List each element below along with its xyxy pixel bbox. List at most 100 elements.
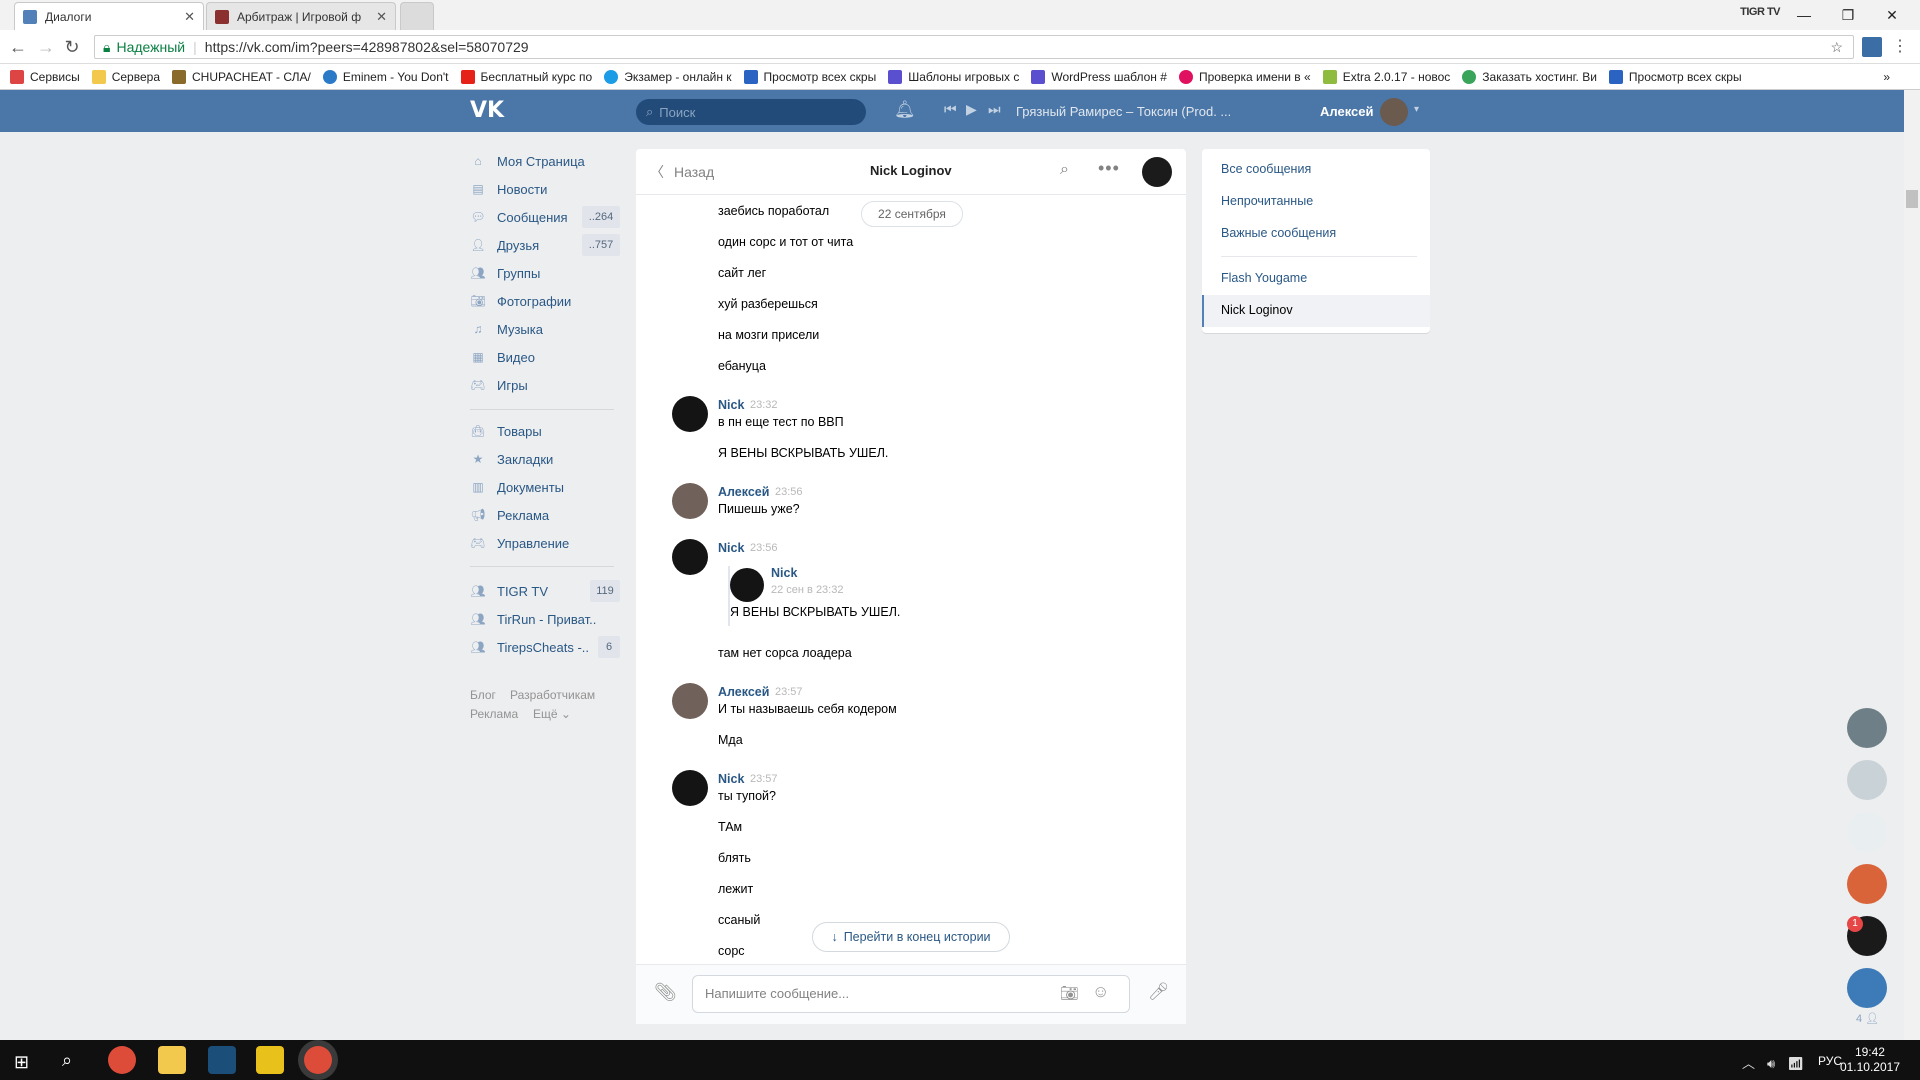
close-tab-icon[interactable]: ✕ bbox=[376, 9, 387, 25]
windows-start-icon[interactable]: ⊞ bbox=[14, 1052, 29, 1073]
bookmark-item[interactable]: Просмотр всех скры bbox=[743, 69, 876, 84]
message-author[interactable]: Nick bbox=[718, 772, 744, 786]
sidebar-item-friends[interactable]: 👤︎ Друзья bbox=[470, 234, 539, 256]
sidebar-item-manage[interactable]: 🎮︎ Управление bbox=[470, 532, 569, 554]
avatar[interactable] bbox=[672, 483, 708, 519]
avatar[interactable] bbox=[672, 770, 708, 806]
footer-link-more[interactable]: Ещё ⌄ bbox=[533, 707, 571, 721]
avatar[interactable] bbox=[672, 396, 708, 432]
filter-unread[interactable]: Непрочитанные bbox=[1221, 194, 1313, 208]
camera-icon[interactable]: 📷︎ bbox=[1060, 984, 1079, 1002]
attach-icon[interactable]: 📎︎ bbox=[654, 982, 677, 1003]
tab-dialogs[interactable]: Диалоги ✕ bbox=[14, 2, 204, 30]
search-input[interactable]: ⌕ Поиск bbox=[636, 99, 866, 125]
avatar[interactable] bbox=[1847, 812, 1887, 852]
chrome-icon[interactable] bbox=[108, 1046, 136, 1074]
extension-icon[interactable] bbox=[1862, 37, 1882, 57]
avatar[interactable] bbox=[672, 539, 708, 575]
folder-icon[interactable] bbox=[158, 1046, 186, 1074]
sidebar-group-tirrun[interactable]: 👥︎ TirRun - Приват.. bbox=[470, 608, 596, 630]
chevron-down-icon[interactable]: ▾ bbox=[1414, 104, 1419, 115]
avatar[interactable] bbox=[672, 683, 708, 719]
avatar[interactable] bbox=[730, 568, 764, 602]
steam-icon[interactable] bbox=[208, 1046, 236, 1074]
browser-menu-icon[interactable]: ⋮ bbox=[1892, 36, 1908, 56]
next-track-icon[interactable]: ⏭︎ bbox=[988, 101, 1001, 118]
close-window-button[interactable]: ✕ bbox=[1870, 2, 1914, 28]
bookmark-item[interactable]: Сервера bbox=[91, 69, 160, 84]
search-icon[interactable]: ⌕ bbox=[62, 1050, 72, 1071]
footer-link-developers[interactable]: Разработчикам bbox=[510, 688, 595, 702]
new-tab-button[interactable] bbox=[400, 2, 434, 30]
bookmarks-more-icon[interactable]: » bbox=[1883, 70, 1890, 84]
avatar[interactable] bbox=[1847, 864, 1887, 904]
sidebar-item-ads[interactable]: 📢︎ Реклама bbox=[470, 504, 549, 526]
bookmark-item[interactable]: Eminem - You Don't bbox=[322, 69, 449, 84]
back-button[interactable]: 〈 Назад bbox=[650, 162, 714, 182]
maximize-button[interactable]: ❐ bbox=[1826, 2, 1870, 28]
bookmark-item[interactable]: Сервисы bbox=[10, 69, 80, 84]
app-icon[interactable] bbox=[256, 1046, 284, 1074]
sidebar-item-news[interactable]: ▤ Новости bbox=[470, 178, 547, 200]
online-count[interactable]: 4 👤︎ bbox=[1856, 1012, 1879, 1025]
player-track-title[interactable]: Грязный Рамирес – Токсин (Prod. ... bbox=[1016, 104, 1230, 119]
footer-link-ads[interactable]: Реклама bbox=[470, 707, 518, 721]
python-avatar-icon[interactable] bbox=[1847, 968, 1887, 1008]
sidebar-group-tirepscheats[interactable]: 👥︎ TirepsCheats -.. bbox=[470, 636, 589, 658]
sidebar-item-documents[interactable]: ▥ Документы bbox=[470, 476, 564, 498]
message-author[interactable]: Алексей bbox=[718, 485, 769, 499]
sidebar-item-music[interactable]: ♫ Музыка bbox=[470, 318, 543, 340]
dialog-title[interactable]: Nick Loginov bbox=[870, 163, 952, 178]
bookmark-item[interactable]: Проверка имени в « bbox=[1178, 69, 1311, 84]
sidebar-item-games[interactable]: 🎮︎ Игры bbox=[470, 374, 527, 396]
play-icon[interactable]: ▶ bbox=[966, 101, 977, 118]
more-icon[interactable]: ••• bbox=[1098, 158, 1120, 179]
tab-arbitrage[interactable]: Арбитраж | Игровой ф ✕ bbox=[206, 2, 396, 30]
minimize-button[interactable]: — bbox=[1782, 2, 1826, 28]
forward-nav-icon[interactable]: → bbox=[36, 37, 56, 57]
sidebar-item-photos[interactable]: 📷︎ Фотографии bbox=[470, 290, 571, 312]
avatar[interactable] bbox=[1142, 157, 1172, 187]
avatar[interactable] bbox=[1380, 98, 1408, 126]
bookmark-item[interactable]: Заказать хостинг. Ви bbox=[1462, 69, 1597, 84]
language-indicator[interactable]: РУС bbox=[1818, 1054, 1842, 1068]
avatar[interactable] bbox=[1847, 708, 1887, 748]
bookmark-item[interactable]: Extra 2.0.17 - новос bbox=[1322, 69, 1450, 84]
header-user-name[interactable]: Алексей bbox=[1320, 104, 1374, 119]
avatar[interactable] bbox=[1847, 760, 1887, 800]
bookmark-item[interactable]: CHUPACHEAT - СЛА/ bbox=[172, 69, 311, 84]
sidebar-item-goods[interactable]: 👜︎ Товары bbox=[470, 420, 541, 442]
message-author[interactable]: Nick bbox=[718, 398, 744, 412]
sidebar-item-groups[interactable]: 👥︎ Группы bbox=[470, 262, 540, 284]
footer-link-blog[interactable]: Блог bbox=[470, 688, 496, 702]
sidebar-group-tigr-tv[interactable]: 👥︎ TIGR TV bbox=[470, 580, 548, 602]
bookmark-item[interactable]: Просмотр всех скры bbox=[1608, 69, 1742, 84]
sidebar-item-bookmarks[interactable]: ★ Закладки bbox=[470, 448, 554, 470]
sidebar-item-my-page[interactable]: ⌂ Моя Страница bbox=[470, 150, 584, 172]
bookmark-item[interactable]: Бесплатный курс по bbox=[460, 69, 592, 84]
goto-end-button[interactable]: ↓ Перейти в конец истории bbox=[812, 922, 1010, 952]
chrome-active-icon[interactable] bbox=[304, 1046, 332, 1074]
filter-all-messages[interactable]: Все сообщения bbox=[1221, 162, 1311, 176]
bookmark-star-icon[interactable]: ☆ bbox=[1830, 39, 1843, 56]
filter-dialog-flash-yougame[interactable]: Flash Yougame bbox=[1221, 271, 1307, 285]
close-tab-icon[interactable]: ✕ bbox=[184, 9, 195, 25]
quote-author[interactable]: Nick bbox=[771, 566, 797, 580]
back-nav-icon[interactable]: ← bbox=[8, 37, 28, 57]
bookmark-item[interactable]: Шаблоны игровых с bbox=[888, 69, 1019, 84]
filter-dialog-nick-loginov[interactable]: Nick Loginov bbox=[1221, 303, 1293, 317]
message-author[interactable]: Nick bbox=[718, 541, 744, 555]
notifications-bell-icon[interactable]: 🔔︎ bbox=[894, 100, 916, 120]
sidebar-item-video[interactable]: ▦ Видео bbox=[470, 346, 535, 368]
reload-icon[interactable]: ↻ bbox=[62, 37, 82, 57]
omnibox[interactable]: 🔒︎ Надежный | https://vk.com/im?peers=42… bbox=[94, 35, 1854, 59]
microphone-icon[interactable]: 🎤︎ bbox=[1148, 982, 1170, 1002]
bookmark-item[interactable]: WordPress шаблон # bbox=[1031, 69, 1167, 84]
bookmark-item[interactable]: Экзамер - онлайн к bbox=[604, 69, 732, 84]
sidebar-item-messages[interactable]: 💬︎ Сообщения bbox=[470, 206, 567, 228]
scrollbar[interactable] bbox=[1904, 90, 1920, 1040]
clock[interactable]: 19:42 01.10.2017 bbox=[1840, 1045, 1900, 1075]
filter-important[interactable]: Важные сообщения bbox=[1221, 226, 1336, 240]
tray-icons[interactable]: ︿🔊︎📶︎ bbox=[1742, 1053, 1816, 1072]
message-author[interactable]: Алексей bbox=[718, 685, 769, 699]
